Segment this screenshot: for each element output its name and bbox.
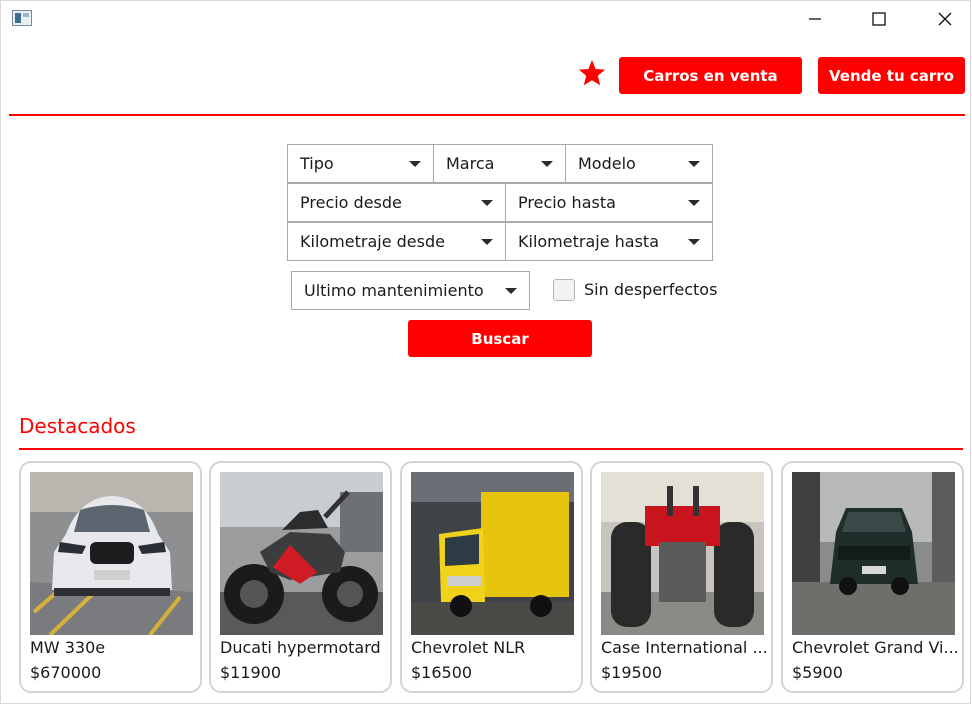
- vehicle-name: MW 330e: [30, 638, 106, 657]
- chevron-down-icon: [541, 160, 553, 167]
- vehicle-name: Ducati hypermotard: [220, 638, 381, 657]
- cars-for-sale-button[interactable]: Carros en venta: [619, 57, 802, 94]
- featured-divider: [19, 448, 963, 450]
- precio-hasta-label: Precio hasta: [518, 193, 616, 212]
- sin-desperfectos-checkbox[interactable]: [553, 279, 575, 301]
- vehicle-photo-white-bmw: [30, 472, 193, 635]
- vehicle-price: $11900: [220, 663, 282, 682]
- search-button[interactable]: Buscar: [408, 320, 592, 357]
- chevron-down-icon: [688, 238, 700, 245]
- vehicle-card[interactable]: Chevrolet Grand Vi... $5900: [781, 461, 964, 693]
- app-icon: [12, 10, 32, 26]
- vehicle-name: Chevrolet Grand Vi...: [792, 638, 959, 657]
- marca-dropdown[interactable]: Marca: [433, 144, 566, 183]
- modelo-label: Modelo: [578, 154, 636, 173]
- vehicle-price: $16500: [411, 663, 473, 682]
- close-button[interactable]: [922, 0, 968, 38]
- vehicle-photo-ducati: [220, 472, 383, 635]
- modelo-dropdown[interactable]: Modelo: [565, 144, 713, 183]
- vehicle-price: $5900: [792, 663, 843, 682]
- kilometraje-hasta-label: Kilometraje hasta: [518, 232, 659, 251]
- vehicle-card[interactable]: Chevrolet NLR $16500: [400, 461, 583, 693]
- favorites-star-icon[interactable]: [578, 59, 606, 87]
- vehicle-name: Chevrolet NLR: [411, 638, 526, 657]
- precio-desde-dropdown[interactable]: Precio desde: [287, 183, 506, 222]
- close-icon: [938, 12, 952, 26]
- vehicle-price: $19500: [601, 663, 663, 682]
- chevron-down-icon: [688, 199, 700, 206]
- chevron-down-icon: [505, 287, 517, 294]
- tipo-label: Tipo: [300, 154, 334, 173]
- vehicle-card[interactable]: Ducati hypermotard $11900: [209, 461, 392, 693]
- precio-desde-label: Precio desde: [300, 193, 402, 212]
- header-divider: [9, 114, 965, 116]
- chevron-down-icon: [409, 160, 421, 167]
- precio-hasta-dropdown[interactable]: Precio hasta: [505, 183, 713, 222]
- minimize-icon: [809, 18, 821, 20]
- maximize-button[interactable]: [856, 0, 902, 38]
- chevron-down-icon: [688, 160, 700, 167]
- chevron-down-icon: [481, 199, 493, 206]
- vehicle-name: Case International ...: [601, 638, 768, 657]
- vehicle-card[interactable]: MW 330e $670000: [19, 461, 202, 693]
- tipo-dropdown[interactable]: Tipo: [287, 144, 434, 183]
- featured-section-title: Destacados: [19, 414, 136, 438]
- kilometraje-desde-dropdown[interactable]: Kilometraje desde: [287, 222, 506, 261]
- maximize-icon: [872, 12, 886, 26]
- sell-your-car-button[interactable]: Vende tu carro: [818, 57, 965, 94]
- ultimo-mantenimiento-dropdown[interactable]: Ultimo mantenimiento: [291, 271, 530, 310]
- marca-label: Marca: [446, 154, 495, 173]
- minimize-button[interactable]: [792, 0, 838, 38]
- vehicle-photo-dark-suv: [792, 472, 955, 635]
- chevron-down-icon: [481, 238, 493, 245]
- vehicle-card[interactable]: Case International ... $19500: [590, 461, 773, 693]
- vehicle-price: $670000: [30, 663, 102, 682]
- vehicle-photo-yellow-truck: [411, 472, 574, 635]
- sin-desperfectos-label[interactable]: Sin desperfectos: [584, 280, 717, 299]
- ultimo-mantenimiento-label: Ultimo mantenimiento: [304, 281, 484, 300]
- kilometraje-hasta-dropdown[interactable]: Kilometraje hasta: [505, 222, 713, 261]
- kilometraje-desde-label: Kilometraje desde: [300, 232, 445, 251]
- title-bar: [0, 0, 972, 38]
- vehicle-photo-red-tractor: [601, 472, 764, 635]
